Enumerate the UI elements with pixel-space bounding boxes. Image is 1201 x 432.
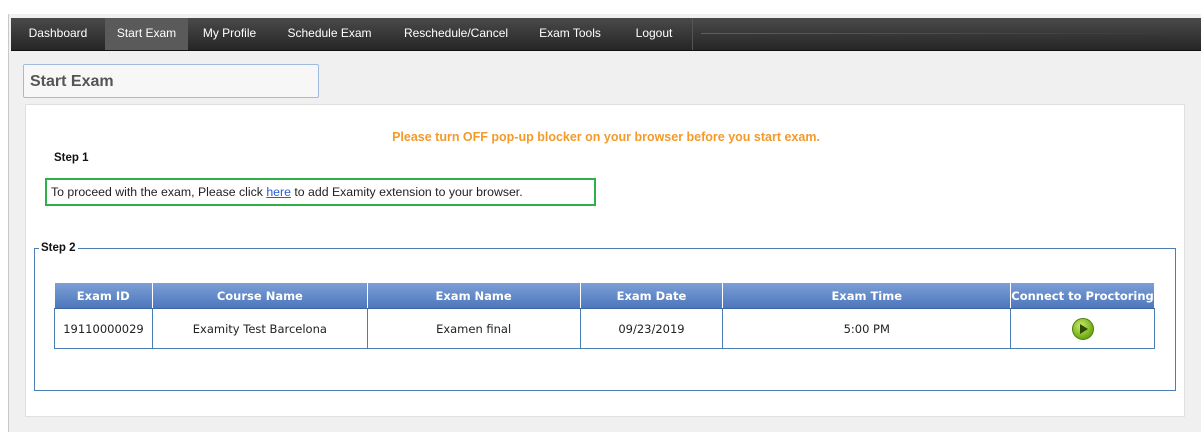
nav-exam-tools[interactable]: Exam Tools [524,18,616,50]
page-title: Start Exam [30,73,114,90]
nav-divider-line [701,33,1201,34]
extension-notice: To proceed with the exam, Please click h… [45,178,596,206]
notice-text-after: to add Examity extension to your browser… [290,185,523,199]
header-connect-to-proctoring: Connect to Proctoring [1010,283,1155,309]
exam-table: Exam ID Course Name Exam Name Exam Date … [54,283,1155,349]
add-extension-link[interactable]: here [266,185,291,199]
table-header-row: Exam ID Course Name Exam Name Exam Date … [54,283,1155,309]
notice-text-before: To proceed with the exam, Please click [51,185,267,199]
popup-blocker-warning: Please turn OFF pop-up blocker on your b… [392,130,820,144]
play-icon[interactable] [1071,317,1094,340]
top-navigation: Dashboard Start Exam My Profile Schedule… [11,18,1201,51]
nav-dashboard[interactable]: Dashboard [11,18,105,50]
cell-exam-time: 5:00 PM [722,308,1012,349]
header-course-name: Course Name [152,283,368,309]
step1-label: Step 1 [54,152,89,164]
cell-course-name: Examity Test Barcelona [151,308,368,349]
header-exam-id: Exam ID [54,283,153,309]
step2-fieldset: Step 2 Exam ID Course Name Exam Name Exa… [34,242,1176,391]
header-exam-time: Exam Time [722,283,1012,309]
header-exam-date: Exam Date [580,283,724,309]
page-title-box: Start Exam [23,64,319,98]
cell-exam-date: 09/23/2019 [579,308,724,349]
table-row: 19110000029 Examity Test Barcelona Exame… [54,308,1155,349]
cell-connect [1010,308,1155,349]
nav-start-exam[interactable]: Start Exam [105,18,188,50]
start-exam-panel: Please turn OFF pop-up blocker on your b… [25,104,1185,417]
nav-logout[interactable]: Logout [616,18,693,50]
step2-label: Step 2 [41,242,76,254]
nav-my-profile[interactable]: My Profile [188,18,271,50]
nav-schedule-exam[interactable]: Schedule Exam [271,18,388,50]
cell-exam-name: Examen final [366,308,581,349]
cell-exam-id: 19110000029 [54,308,153,349]
header-exam-name: Exam Name [367,283,581,309]
nav-reschedule-cancel[interactable]: Reschedule/Cancel [388,18,524,50]
